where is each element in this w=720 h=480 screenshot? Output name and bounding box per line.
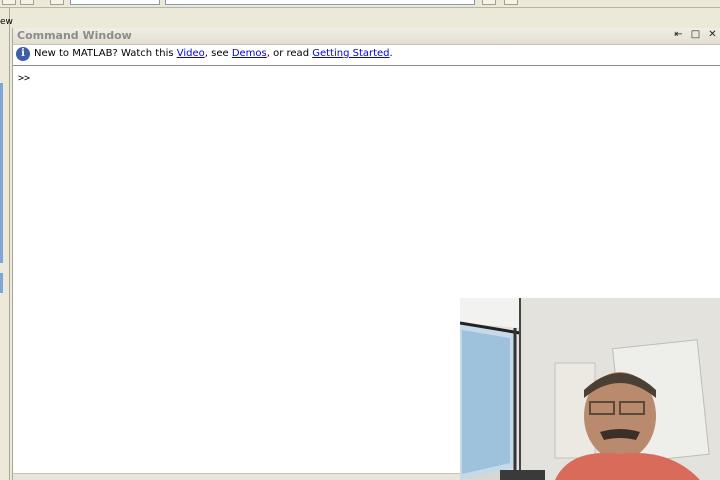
toolbar (0, 0, 720, 8)
toolbar-button[interactable] (50, 0, 64, 5)
info-text-end: . (389, 48, 393, 59)
left-panel-label: ew (0, 17, 13, 27)
webcam-video-frame (460, 298, 720, 480)
info-bar: i New to MATLAB? Watch this Video, see D… (13, 45, 720, 66)
left-panel-tab[interactable] (0, 273, 3, 293)
demos-link[interactable]: Demos (232, 48, 267, 59)
undock-icon[interactable]: ⇤ (672, 29, 685, 40)
getting-started-link[interactable]: Getting Started (312, 48, 389, 59)
toolbar-button[interactable] (20, 0, 34, 5)
info-text-before: New to MATLAB? Watch this (34, 48, 177, 59)
left-panel-tab[interactable] (0, 83, 3, 263)
current-directory-field[interactable] (165, 0, 475, 5)
info-message: New to MATLAB? Watch this Video, see Dem… (34, 48, 393, 59)
up-folder-button[interactable] (504, 0, 518, 5)
command-window-titlebar: Command Window ⇤ □ ✕ (13, 28, 720, 45)
toolbar-field[interactable] (70, 0, 160, 5)
info-text-mid2: , or read (266, 48, 313, 59)
toolbar-button[interactable] (2, 0, 16, 5)
info-icon: i (16, 47, 30, 61)
browse-folder-button[interactable] (482, 0, 496, 5)
maximize-icon[interactable]: □ (689, 29, 702, 40)
left-panel: ew (0, 8, 13, 480)
video-link[interactable]: Video (177, 48, 205, 59)
info-text-mid1: , see (204, 48, 232, 59)
command-window-title: Command Window (17, 29, 132, 42)
webcam-overlay (460, 298, 720, 480)
command-prompt[interactable]: >> (18, 73, 30, 84)
close-icon[interactable]: ✕ (706, 29, 719, 40)
